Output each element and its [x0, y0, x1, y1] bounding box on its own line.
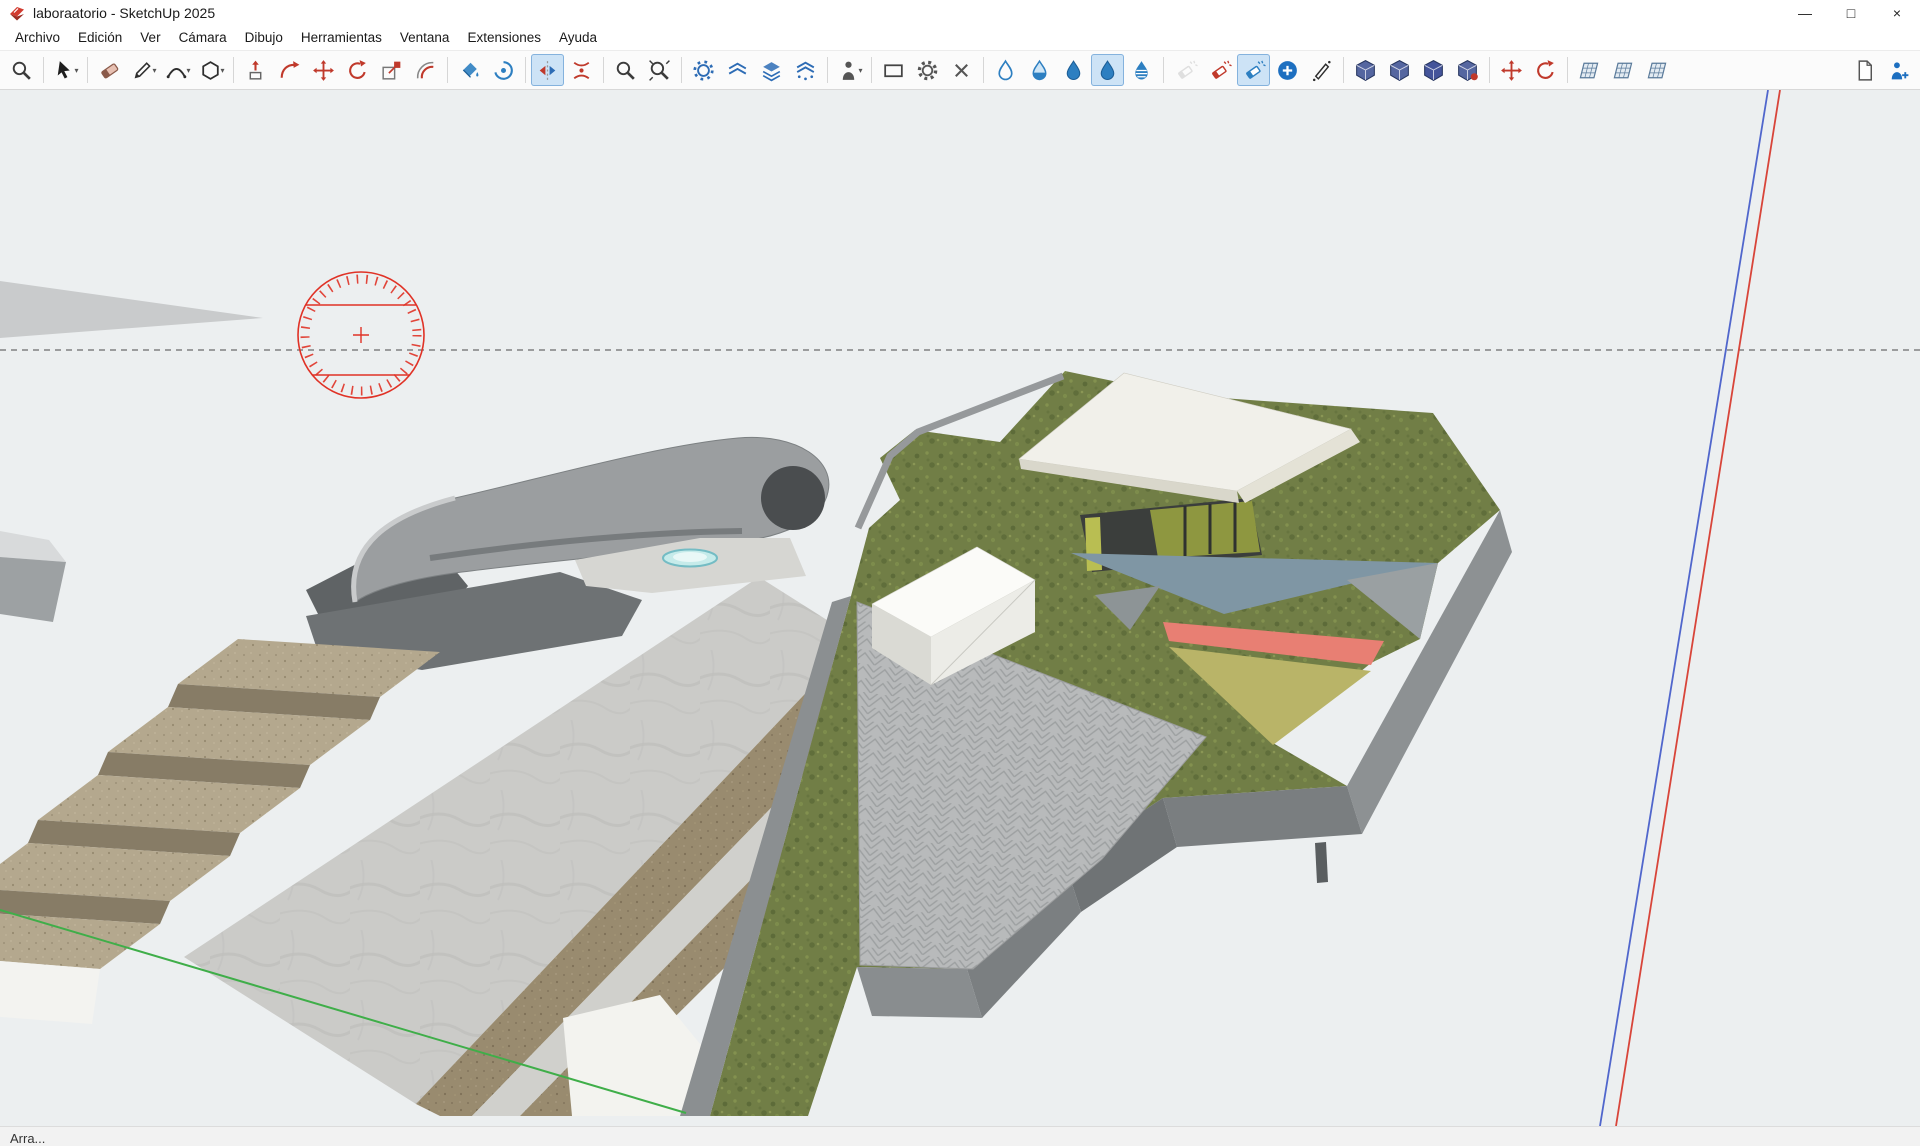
- section-display-icon[interactable]: [789, 54, 822, 86]
- signin-person-icon[interactable]: [1882, 54, 1915, 86]
- follow-me-tool-icon[interactable]: [273, 54, 306, 86]
- component-box-icon-3[interactable]: [1417, 54, 1450, 86]
- hatch-panel-icon-3[interactable]: [1641, 54, 1674, 86]
- toolbar-separator: [983, 57, 984, 83]
- toolbar-separator: [681, 57, 682, 83]
- flip-tool-icon[interactable]: [531, 54, 564, 86]
- close-button[interactable]: ×: [1874, 0, 1920, 26]
- menu-ventana[interactable]: Ventana: [391, 26, 459, 50]
- line-tool-icon[interactable]: ▾: [127, 54, 160, 86]
- dropdown-caret-icon[interactable]: ▾: [186, 66, 190, 75]
- menu-camara[interactable]: Cámara: [170, 26, 236, 50]
- hatch-panel-icon-1[interactable]: [1573, 54, 1606, 86]
- paint-bucket-icon[interactable]: [453, 54, 486, 86]
- arc-tool-icon[interactable]: ▾: [161, 54, 194, 86]
- toolbar-separator: [1163, 57, 1164, 83]
- add-location-icon[interactable]: [1271, 54, 1304, 86]
- face-style-wireframe-icon[interactable]: [1023, 54, 1056, 86]
- component-box-icon-1[interactable]: [1349, 54, 1382, 86]
- weld-tool-icon[interactable]: [565, 54, 598, 86]
- zoom-window-icon[interactable]: [5, 54, 38, 86]
- select-tool-icon[interactable]: ▾: [49, 54, 82, 86]
- curved-wall[interactable]: [354, 437, 829, 602]
- window-controls: — □ ×: [1782, 0, 1920, 26]
- dropdown-caret-icon[interactable]: ▾: [858, 66, 862, 75]
- face-style-hidden-line-icon[interactable]: [1057, 54, 1090, 86]
- face-style-shaded-icon[interactable]: [1091, 54, 1124, 86]
- wall-hole: [761, 466, 825, 530]
- statusbar: Arra...: [0, 1126, 1920, 1146]
- sketchup-window: laboraatorio - SketchUp 2025 — □ × Archi…: [0, 0, 1920, 1146]
- toolbar-separator: [871, 57, 872, 83]
- section-fill-icon[interactable]: [755, 54, 788, 86]
- face-style-xray-icon[interactable]: [989, 54, 1022, 86]
- menubar: ArchivoEdiciónVerCámaraDibujoHerramienta…: [0, 26, 1920, 51]
- settings-gear-icon[interactable]: [911, 54, 944, 86]
- rectangle-tool-icon[interactable]: [877, 54, 910, 86]
- status-hint-text: Arra...: [10, 1131, 45, 1146]
- move-texture-icon[interactable]: [1495, 54, 1528, 86]
- blue-axis-line: [1600, 90, 1768, 1126]
- delete-guides-icon[interactable]: [945, 54, 978, 86]
- freehand-dots-icon[interactable]: [1305, 54, 1338, 86]
- walk-tool-icon[interactable]: ▾: [833, 54, 866, 86]
- menu-herramientas[interactable]: Herramientas: [292, 26, 391, 50]
- zoom-extents-icon[interactable]: [643, 54, 676, 86]
- section-plane-icon[interactable]: [687, 54, 720, 86]
- toolbar: ▾ ▾ ▾ ▾ ▾: [0, 51, 1920, 90]
- dropdown-caret-icon[interactable]: ▾: [74, 66, 78, 75]
- component-box-icon-4[interactable]: [1451, 54, 1484, 86]
- viewport-3d[interactable]: [0, 90, 1920, 1126]
- toolbar-separator: [43, 57, 44, 83]
- titlebar: laboraatorio - SketchUp 2025 — □ ×: [0, 0, 1920, 26]
- distant-plane: [0, 281, 263, 338]
- toolbar-separator: [233, 57, 234, 83]
- menu-ver[interactable]: Ver: [131, 26, 169, 50]
- style-swirl-icon[interactable]: [487, 54, 520, 86]
- section-cut-icon[interactable]: [721, 54, 754, 86]
- toolbar-separator: [525, 57, 526, 83]
- unsmooth-edges-icon[interactable]: [1237, 54, 1270, 86]
- viewport: [0, 90, 1920, 1126]
- menu-dibujo[interactable]: Dibujo: [236, 26, 292, 50]
- zoom-tool-icon[interactable]: [609, 54, 642, 86]
- soften-edges-icon[interactable]: [1169, 54, 1202, 86]
- side-box[interactable]: [0, 531, 66, 622]
- pillar: [1315, 842, 1328, 883]
- menu-ayuda[interactable]: Ayuda: [550, 26, 606, 50]
- scale-tool-icon[interactable]: [375, 54, 408, 86]
- new-document-icon[interactable]: [1848, 54, 1881, 86]
- face-style-monochrome-icon[interactable]: [1125, 54, 1158, 86]
- dropdown-caret-icon[interactable]: ▾: [220, 66, 224, 75]
- dropdown-caret-icon[interactable]: ▾: [152, 66, 156, 75]
- smooth-edges-icon[interactable]: [1203, 54, 1236, 86]
- menu-edicion[interactable]: Edición: [69, 26, 131, 50]
- menu-archivo[interactable]: Archivo: [6, 26, 69, 50]
- maximize-button[interactable]: □: [1828, 0, 1874, 26]
- offset-tool-icon[interactable]: [409, 54, 442, 86]
- eraser-tool-icon[interactable]: [93, 54, 126, 86]
- component-box-icon-2[interactable]: [1383, 54, 1416, 86]
- toolbar-separator: [447, 57, 448, 83]
- toolbar-separator: [827, 57, 828, 83]
- menu-extensiones[interactable]: Extensiones: [458, 26, 550, 50]
- push-pull-tool-icon[interactable]: [239, 54, 272, 86]
- sketchup-logo-icon: [8, 4, 26, 22]
- move-tool-icon[interactable]: [307, 54, 340, 86]
- rotate-tool-icon[interactable]: [341, 54, 374, 86]
- hatch-panel-icon-2[interactable]: [1607, 54, 1640, 86]
- toolbar-separator: [1489, 57, 1490, 83]
- rotate-texture-icon[interactable]: [1529, 54, 1562, 86]
- toolbar-separator: [1343, 57, 1344, 83]
- red-axis-line: [1616, 90, 1780, 1126]
- toolbar-separator: [87, 57, 88, 83]
- toolbar-separator: [1567, 57, 1568, 83]
- toolbar-separator: [603, 57, 604, 83]
- minimize-button[interactable]: —: [1782, 0, 1828, 26]
- shape-tool-icon[interactable]: ▾: [195, 54, 228, 86]
- rotate-protractor-cursor: [298, 272, 424, 398]
- window-title: laboraatorio - SketchUp 2025: [33, 5, 215, 21]
